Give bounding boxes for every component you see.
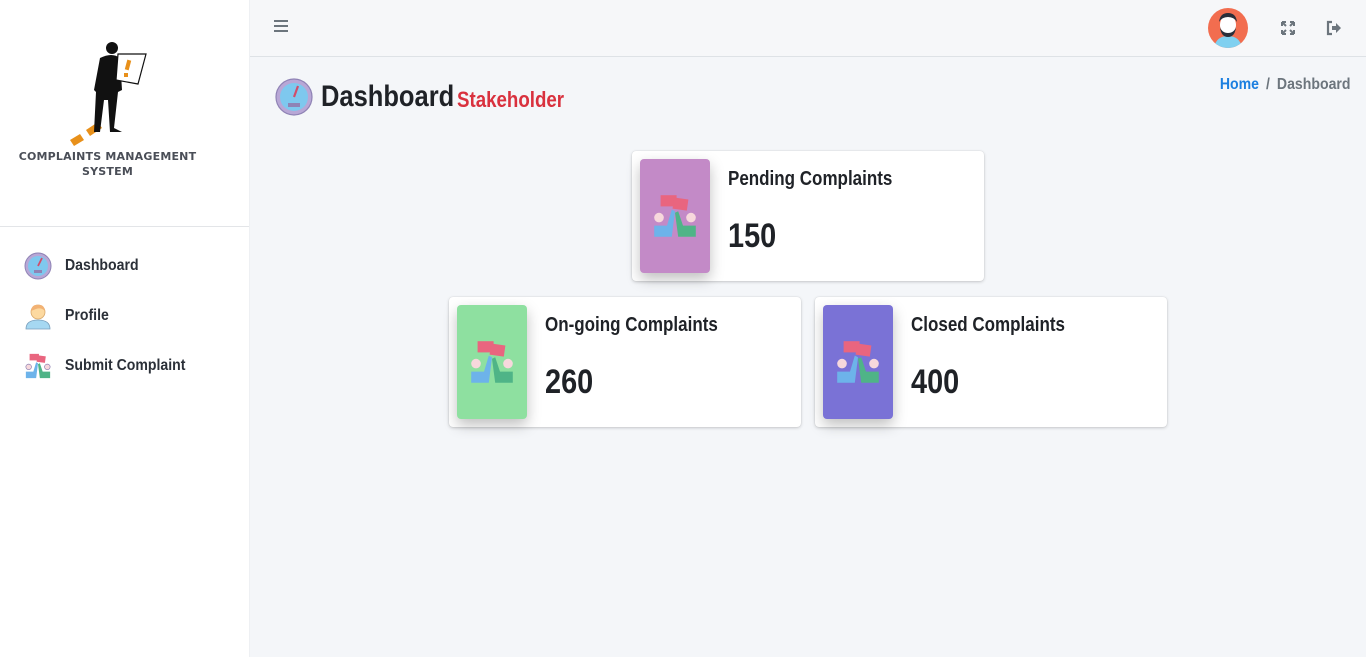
complaint-icon	[471, 341, 513, 383]
app-name-line2: SYSTEM	[82, 165, 133, 178]
page-subtitle: Stakeholder	[457, 87, 565, 112]
card-icon-box	[457, 305, 527, 419]
sidebar-nav: Dashboard Profile Submit Complaint	[0, 227, 249, 391]
sidebar: COMPLAINTS MANAGEMENT SYSTEM Dashboard P…	[0, 0, 250, 657]
card-title: Pending Complaints	[728, 168, 893, 190]
app-name: COMPLAINTS MANAGEMENT SYSTEM	[0, 149, 215, 179]
hamburger-icon[interactable]	[274, 20, 288, 34]
sidebar-item-dashboard[interactable]: Dashboard	[0, 241, 249, 291]
card-title: Closed Complaints	[911, 314, 1065, 336]
sidebar-item-submit-complaint[interactable]: Submit Complaint	[0, 341, 249, 391]
complaint-icon	[24, 352, 52, 380]
closed-complaints-card[interactable]: Closed Complaints 400	[815, 297, 1167, 427]
user-avatar[interactable]	[1208, 8, 1248, 48]
topbar	[250, 0, 1366, 57]
app-name-line1: COMPLAINTS MANAGEMENT	[18, 150, 197, 163]
brand[interactable]: COMPLAINTS MANAGEMENT SYSTEM	[0, 0, 249, 227]
card-icon-box	[823, 305, 893, 419]
speedometer-icon	[24, 252, 52, 280]
breadcrumb: Home / Dashboard	[1219, 76, 1350, 94]
ongoing-complaints-card[interactable]: On-going Complaints 260	[449, 297, 801, 427]
page-title: Dashboard	[321, 80, 455, 113]
complaint-icon	[654, 195, 696, 237]
page-header: Dashboard Stakeholder	[275, 78, 583, 116]
user-icon	[24, 302, 52, 330]
card-value: 150	[728, 217, 777, 255]
sign-out-icon[interactable]	[1325, 19, 1343, 37]
logo-icon	[70, 42, 147, 146]
pending-complaints-card[interactable]: Pending Complaints 150	[632, 151, 984, 281]
complaint-icon	[837, 341, 879, 383]
card-value: 400	[911, 363, 960, 401]
sidebar-item-label: Submit Complaint	[65, 357, 186, 374]
expand-icon[interactable]	[1279, 19, 1297, 37]
breadcrumb-separator: /	[1265, 76, 1270, 93]
card-icon-box	[640, 159, 710, 273]
sidebar-item-label: Profile	[65, 307, 109, 324]
breadcrumb-home-link[interactable]: Home	[1219, 76, 1258, 94]
card-title: On-going Complaints	[545, 314, 718, 336]
card-value: 260	[545, 363, 594, 401]
speedometer-icon	[275, 78, 313, 116]
breadcrumb-current: Dashboard	[1276, 76, 1350, 93]
sidebar-item-label: Dashboard	[65, 257, 139, 274]
sidebar-item-profile[interactable]: Profile	[0, 291, 249, 341]
